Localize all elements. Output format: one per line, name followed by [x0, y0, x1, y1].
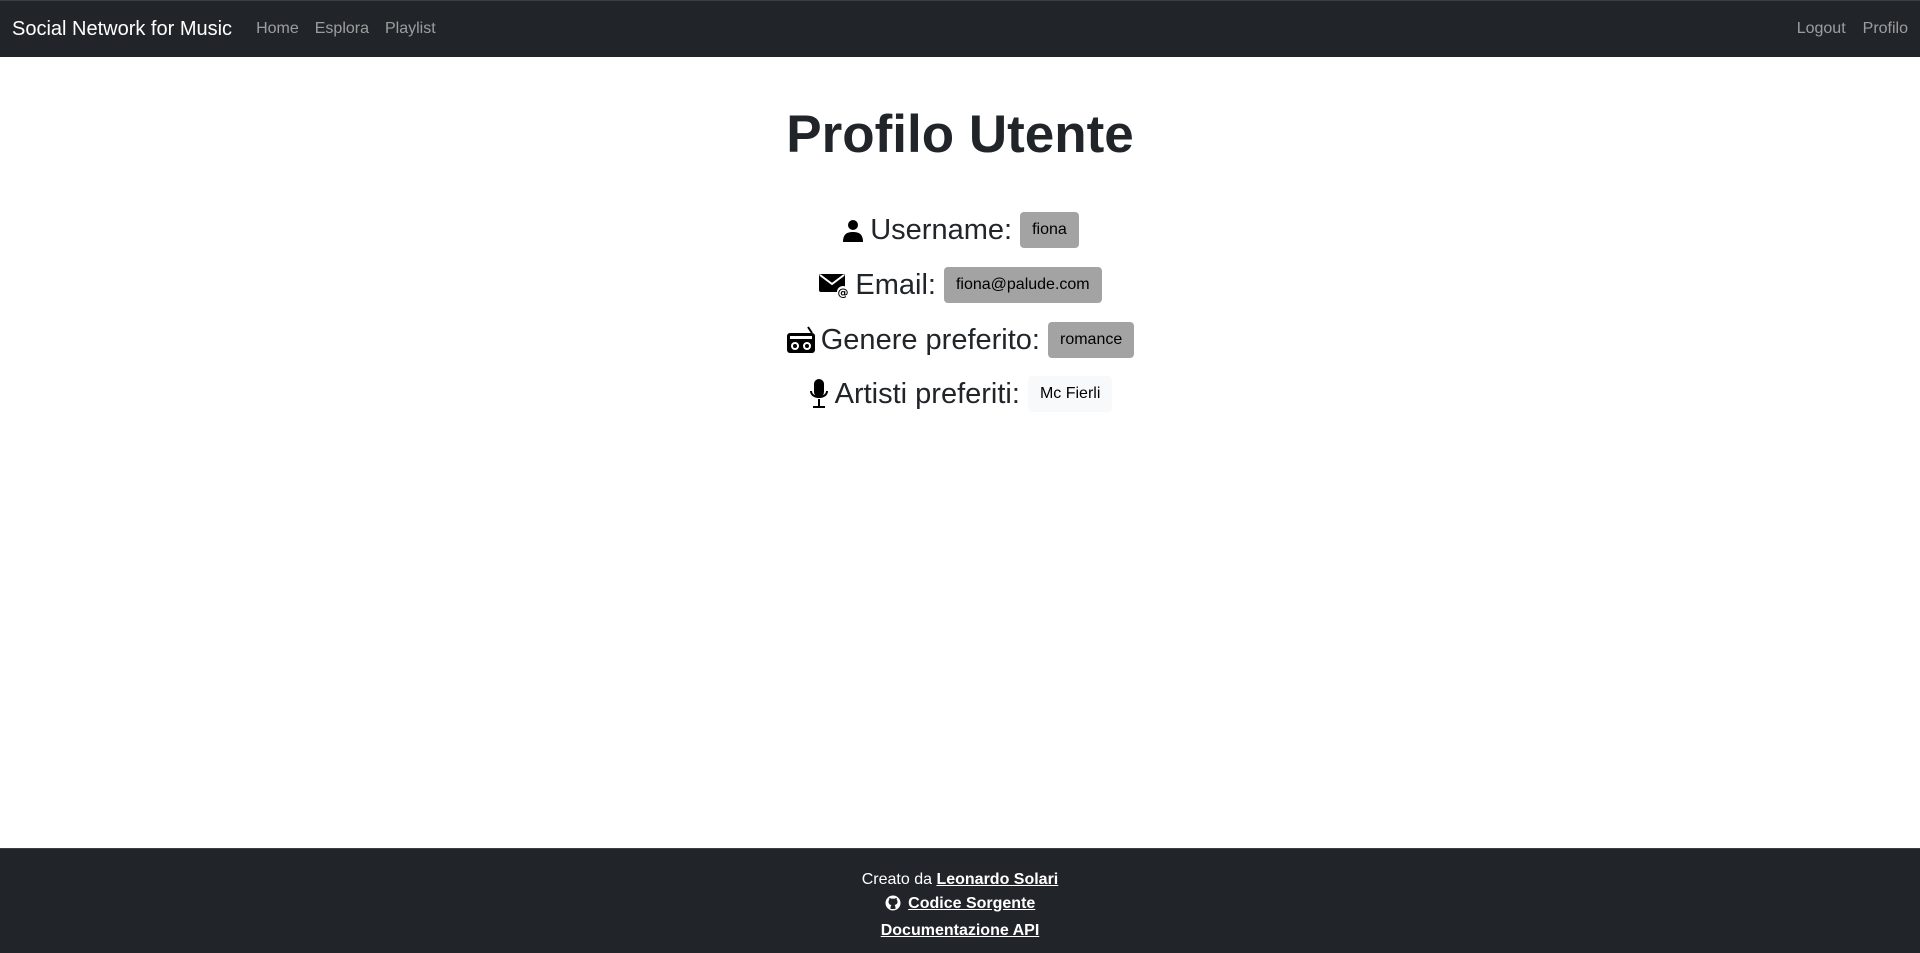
github-icon — [885, 895, 901, 919]
username-label: Username: — [870, 213, 1013, 246]
page-footer: Creato da Leonardo Solari Codice Sorgent… — [0, 848, 1920, 953]
username-value-badge: fiona — [1020, 212, 1079, 248]
nav-logout-link[interactable]: Logout — [1797, 20, 1846, 38]
username-row: Username: fiona — [0, 212, 1920, 248]
nav-profilo-link[interactable]: Profilo — [1863, 20, 1908, 38]
artists-value-badge: Mc Fierli — [1027, 376, 1113, 412]
nav-home-link[interactable]: Home — [256, 20, 299, 38]
created-by-text: Creato da — [861, 871, 932, 888]
author-link[interactable]: Leonardo Solari — [936, 871, 1058, 888]
nav-esplora-link[interactable]: Esplora — [315, 20, 369, 38]
microphone-icon — [808, 378, 830, 410]
genre-row: Genere preferito: romance — [0, 322, 1920, 358]
api-line: Documentazione API — [0, 919, 1920, 943]
svg-text:@: @ — [838, 286, 849, 299]
nav-playlist-link[interactable]: Playlist — [385, 20, 436, 38]
top-navbar: Social Network for Music Home Esplora Pl… — [0, 0, 1920, 57]
email-label: Email: — [855, 268, 936, 301]
email-value-badge: fiona@palude.com — [943, 267, 1102, 303]
credits-line: Creato da Leonardo Solari — [0, 868, 1920, 892]
genre-value-badge: romance — [1047, 322, 1135, 358]
artists-row: Artisti preferiti: Mc Fierli — [0, 376, 1920, 412]
user-icon — [841, 218, 865, 242]
envelope-at-icon: @ — [818, 271, 850, 299]
source-line: Codice Sorgente — [0, 892, 1920, 919]
artists-label: Artisti preferiti: — [834, 377, 1020, 410]
genre-label: Genere preferito: — [820, 323, 1040, 356]
nav-right-group: Logout Profilo — [1780, 20, 1908, 38]
boombox-icon — [786, 326, 816, 354]
email-row: @ Email: fiona@palude.com — [0, 267, 1920, 303]
page-title: Profilo Utente — [786, 105, 1134, 164]
source-code-link[interactable]: Codice Sorgente — [908, 895, 1035, 912]
brand-link[interactable]: Social Network for Music — [12, 18, 232, 41]
api-docs-link[interactable]: Documentazione API — [881, 922, 1040, 939]
